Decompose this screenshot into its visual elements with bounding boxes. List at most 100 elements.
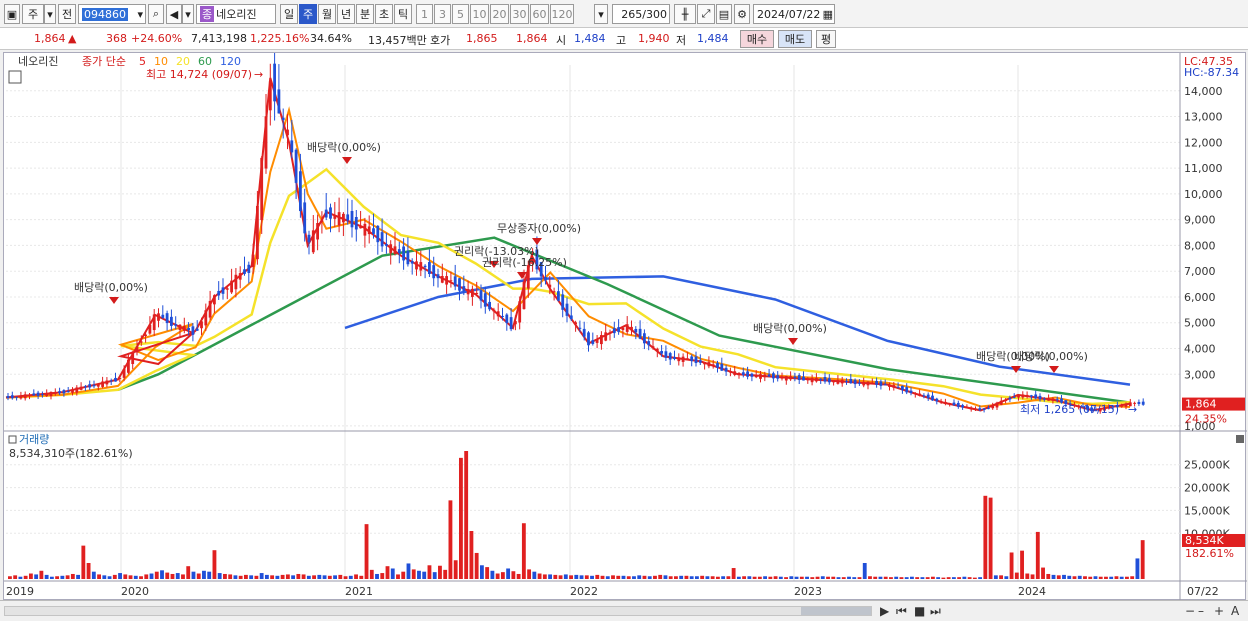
candle-body xyxy=(66,391,70,393)
interval-button-0[interactable]: 1 xyxy=(416,4,433,24)
y-tick-label: 13,000 xyxy=(1184,111,1223,124)
volume-bar xyxy=(469,531,474,579)
speaker-dropdown-icon[interactable]: ▾ xyxy=(182,4,194,24)
candle-body xyxy=(565,303,569,316)
candle-body xyxy=(746,371,749,377)
volume-bar xyxy=(474,552,479,579)
candle-body xyxy=(376,225,380,243)
code-dropdown-icon[interactable]: ▾ xyxy=(137,8,145,21)
volume-bar xyxy=(910,576,914,579)
candle-body xyxy=(651,346,655,349)
candle-body xyxy=(561,294,565,310)
stock-name-field[interactable]: 종 네오리진 xyxy=(196,4,276,24)
candle-body xyxy=(273,63,276,102)
volume-bar xyxy=(700,575,705,579)
volume-bar xyxy=(464,451,469,579)
buy-button[interactable]: 매수 xyxy=(740,30,774,48)
interval-button-2[interactable]: 5 xyxy=(452,4,469,24)
scroll-thumb[interactable] xyxy=(801,607,871,615)
volume-bar xyxy=(616,575,621,579)
zoom-in-icon[interactable]: + xyxy=(1214,604,1224,618)
code-input[interactable]: 094860 ▾ xyxy=(78,4,146,24)
volume-bar xyxy=(1025,573,1030,579)
chart-area[interactable]: 14,000 13,000 12,000 11,000 10,000 9,000 8,000… xyxy=(3,52,1247,601)
settings-icon[interactable]: ⚙ xyxy=(734,4,750,24)
zoom-out-icon[interactable]: − xyxy=(1185,604,1195,618)
calendar-icon[interactable]: ▦ xyxy=(823,8,834,21)
interval-dropdown-icon[interactable]: ▾ xyxy=(594,4,608,24)
candle-body xyxy=(827,378,831,383)
speaker-icon[interactable]: ◀ xyxy=(166,4,182,24)
volume-bar xyxy=(778,576,783,579)
chart-menu-icon[interactable]: ▣ xyxy=(4,4,20,24)
volume-bar xyxy=(805,576,809,579)
candle-type-icon[interactable]: ╫ xyxy=(674,4,696,24)
candle-body xyxy=(79,386,83,390)
candle-body xyxy=(496,311,500,317)
period-tab-4[interactable]: 분 xyxy=(356,4,374,24)
volume-bar xyxy=(521,523,526,579)
price-chart-svg[interactable]: 14,000 13,000 12,000 11,000 10,000 9,000 8,000… xyxy=(4,52,1247,601)
interval-button-7[interactable]: 120 xyxy=(550,4,574,24)
save-icon[interactable]: ▤ xyxy=(716,4,732,24)
period-tab-5[interactable]: 초 xyxy=(375,4,393,24)
sell-label: 매도 xyxy=(784,33,806,46)
bottom-bar: ▶ ⏮ ■ ⏭ − – + A xyxy=(0,600,1248,621)
interval-button-1[interactable]: 3 xyxy=(434,4,451,24)
candle-body xyxy=(32,393,36,396)
candle-body xyxy=(509,317,513,330)
candle-body xyxy=(96,383,100,387)
event-annotation-7: 배당락(0,00%) xyxy=(1014,350,1088,363)
volume-bar xyxy=(542,574,547,579)
interval-button-3[interactable]: 10 xyxy=(470,4,489,24)
volume-bar xyxy=(422,571,427,579)
dash-icon[interactable]: – xyxy=(1198,604,1204,618)
stop-icon[interactable]: ■ xyxy=(914,604,925,618)
candle-body xyxy=(862,381,866,386)
volume-bar xyxy=(485,567,490,579)
interval-button-5[interactable]: 30 xyxy=(510,4,529,24)
volume-bar xyxy=(548,574,553,579)
event-annotation-2: 무상증자(0,00%) xyxy=(497,222,581,235)
volume-bar xyxy=(223,573,227,579)
volume-bar xyxy=(186,566,191,579)
rewind-icon[interactable]: ⏮ xyxy=(896,604,907,619)
date-field[interactable]: 2024/07/22 ▦ xyxy=(753,4,835,24)
candle-body xyxy=(135,346,139,353)
event-annotation-4: 권리락(-16.25%) xyxy=(482,256,567,269)
interval-button-4[interactable]: 20 xyxy=(490,4,509,24)
fastforward-icon[interactable]: ⏭ xyxy=(930,604,941,619)
volume-bar xyxy=(270,575,275,579)
auto-icon[interactable]: A xyxy=(1231,604,1239,618)
candle-body xyxy=(303,202,307,234)
interval-button-6[interactable]: 60 xyxy=(530,4,549,24)
candle-body xyxy=(819,378,823,380)
market-select[interactable]: 주 xyxy=(22,4,44,24)
scroll-right-icon[interactable]: ▶ xyxy=(880,604,889,618)
candle-body xyxy=(127,359,130,373)
volume-bar xyxy=(443,569,448,579)
search-icon[interactable]: ⌕ xyxy=(148,4,164,24)
candle-body xyxy=(346,214,350,221)
volume-bar xyxy=(55,576,60,579)
chart-scrollbar[interactable] xyxy=(4,606,872,616)
volume-title: 거래량 xyxy=(19,433,49,446)
prev-button[interactable]: 전 xyxy=(58,4,76,24)
period-tab-1[interactable]: 주 xyxy=(299,4,317,24)
current-price: 1,864 xyxy=(34,32,66,45)
volume-bar xyxy=(962,576,967,579)
period-tab-2[interactable]: 월 xyxy=(318,4,336,24)
candle-body xyxy=(1141,401,1145,405)
period-tab-0[interactable]: 일 xyxy=(280,4,298,24)
market-dropdown-icon[interactable]: ▾ xyxy=(44,4,56,24)
period-tab-3[interactable]: 년 xyxy=(337,4,355,24)
count-field[interactable]: 265/300 xyxy=(612,4,670,24)
eval-button[interactable]: 평 xyxy=(816,30,836,48)
line-tool-icon[interactable]: ⤢ xyxy=(697,4,715,24)
candle-body xyxy=(716,363,719,368)
candle-body xyxy=(720,363,724,371)
period-tab-6[interactable]: 틱 xyxy=(394,4,412,24)
sell-button[interactable]: 매도 xyxy=(778,30,812,48)
candle-body xyxy=(329,207,332,219)
volume-bar xyxy=(752,576,757,579)
